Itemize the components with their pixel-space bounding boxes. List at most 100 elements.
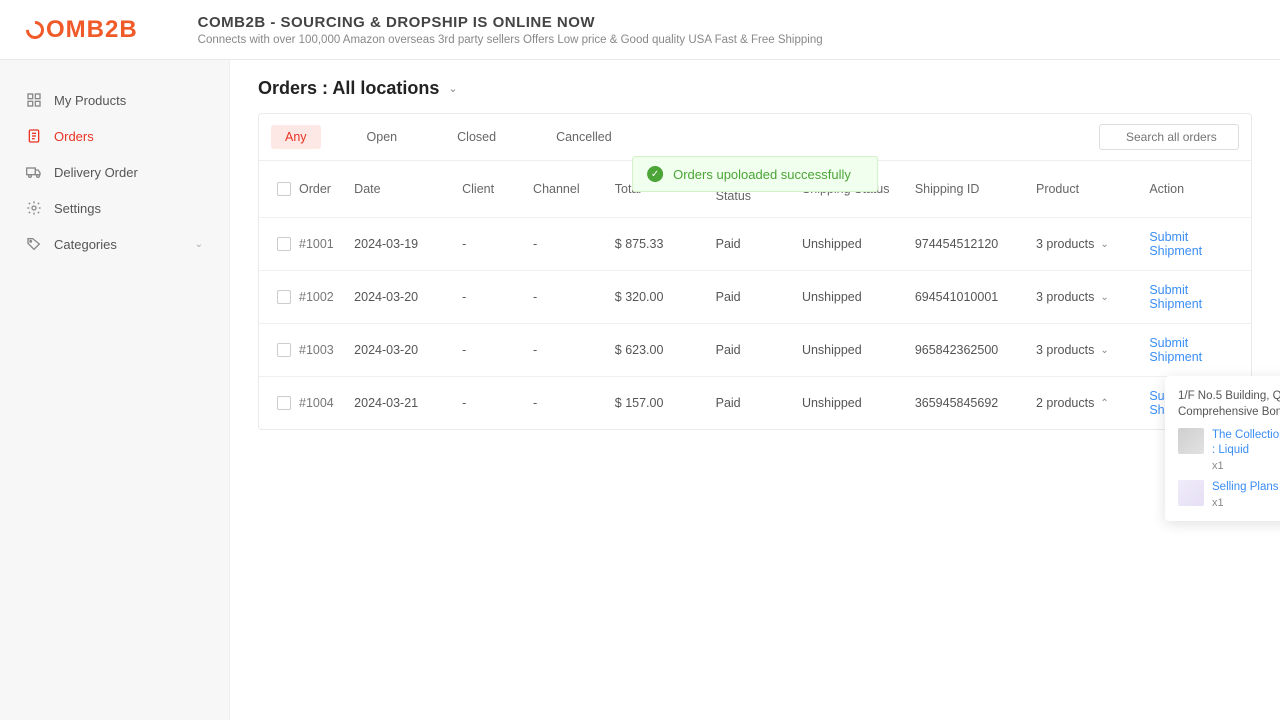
col-shipping-id: Shipping ID [905,161,1026,218]
cell-product: 3 products ⌄ [1026,271,1139,324]
cell-total: $ 623.00 [605,324,706,377]
sidebar-item-label: Categories [54,237,117,252]
toast-text: Orders upoloaded successfully [673,167,851,182]
cell-date: 2024-03-20 [344,271,452,324]
tabs-row: Any Open Closed Cancelled [259,114,1251,161]
table-row: #10042024-03-21--$ 157.00PaidUnshipped36… [259,377,1251,430]
product-link[interactable]: The Collection Snowboard : Liquid [1212,428,1280,458]
search-wrap [1099,124,1239,150]
product-thumbnail [1178,428,1204,454]
tab-any[interactable]: Any [271,125,321,149]
sidebar-item-label: My Products [54,93,126,108]
sidebar-item-label: Delivery Order [54,165,138,180]
cell-shipping: Unshipped [792,324,905,377]
document-icon [26,128,42,144]
col-date: Date [344,161,452,218]
cell-payment: Paid [706,218,792,271]
top-header: OMB2B COMB2B - SOURCING & DROPSHIP IS ON… [0,0,1280,60]
sidebar-item-label: Settings [54,201,101,216]
cell-total: $ 157.00 [605,377,706,430]
col-product: Product [1026,161,1139,218]
product-expand[interactable]: 3 products ⌄ [1036,343,1109,357]
product-qty: x1 [1212,460,1280,472]
truck-icon [26,164,42,180]
product-expand[interactable]: 3 products ⌄ [1036,290,1109,304]
cell-payment: Paid [706,377,792,430]
cell-product: 2 products ⌃ [1026,377,1139,430]
col-action: Action [1139,161,1251,218]
sidebar-item-categories[interactable]: Categories ⌄ [0,226,229,262]
cell-order: #1001 [259,218,344,271]
cell-shipping-id: 974454512120 [905,218,1026,271]
cell-shipping-id: 965842362500 [905,324,1026,377]
tag-icon [26,236,42,252]
cell-order: #1002 [259,271,344,324]
chevron-icon: ⌄ [1100,239,1108,250]
sidebar-item-my-products[interactable]: My Products [0,82,229,118]
product-popover: 1/F No.5 Building, Qianhaiwan Comprehens… [1165,376,1280,521]
table-row: #10022024-03-20--$ 320.00PaidUnshipped69… [259,271,1251,324]
row-checkbox[interactable] [277,290,291,304]
header-subtitle: Connects with over 100,000 Amazon overse… [198,34,823,46]
cell-action: Submit Shipment [1139,218,1251,271]
cell-product: 3 products ⌄ [1026,324,1139,377]
sidebar-item-settings[interactable]: Settings [0,190,229,226]
orders-table: Order Date Client Channel Total Payment … [259,161,1251,429]
submit-shipment-link[interactable]: Submit Shipment [1149,283,1202,311]
cell-date: 2024-03-21 [344,377,452,430]
header-text-group: COMB2B - SOURCING & DROPSHIP IS ONLINE N… [198,14,823,46]
tab-open[interactable]: Open [353,125,412,149]
cell-client: - [452,324,523,377]
chevron-icon: ⌄ [1100,292,1108,303]
submit-shipment-link[interactable]: Submit Shipment [1149,336,1202,364]
chevron-down-icon: ⌄ [448,82,457,95]
col-channel: Channel [523,161,605,218]
cell-client: - [452,218,523,271]
table-row: #10012024-03-19--$ 875.33PaidUnshipped97… [259,218,1251,271]
logo-mark [22,17,47,42]
page-title-row[interactable]: Orders : All locations ⌄ [258,78,1252,99]
cell-channel: - [523,218,605,271]
select-all-checkbox[interactable] [277,182,291,196]
tab-cancelled[interactable]: Cancelled [542,125,626,149]
cell-shipping-id: 365945845692 [905,377,1026,430]
cell-shipping: Unshipped [792,271,905,324]
cell-shipping: Unshipped [792,218,905,271]
cell-total: $ 875.33 [605,218,706,271]
cell-channel: - [523,271,605,324]
popover-item: The Collection Snowboard : Liquid x1 [1178,428,1280,472]
table-row: #10032024-03-20--$ 623.00PaidUnshipped96… [259,324,1251,377]
page-title: Orders : All locations [258,78,439,99]
col-client: Client [452,161,523,218]
cell-order: #1003 [259,324,344,377]
sidebar-item-label: Orders [54,129,94,144]
grid-icon [26,92,42,108]
row-checkbox[interactable] [277,343,291,357]
product-expand[interactable]: 2 products ⌃ [1036,396,1109,410]
cell-payment: Paid [706,271,792,324]
gear-icon [26,200,42,216]
cell-client: - [452,271,523,324]
cell-payment: Paid [706,324,792,377]
cell-client: - [452,377,523,430]
sidebar-item-delivery-order[interactable]: Delivery Order [0,154,229,190]
product-expand[interactable]: 3 products ⌄ [1036,237,1109,251]
product-thumbnail [1178,480,1204,506]
product-link[interactable]: Selling Plans Ski Wax [1212,480,1280,495]
tab-closed[interactable]: Closed [443,125,510,149]
search-input[interactable] [1099,124,1239,150]
row-checkbox[interactable] [277,396,291,410]
cell-product: 3 products ⌄ [1026,218,1139,271]
submit-shipment-link[interactable]: Submit Shipment [1149,230,1202,258]
check-circle-icon: ✓ [647,166,663,182]
success-toast: ✓ Orders upoloaded successfully [632,156,878,192]
cell-total: $ 320.00 [605,271,706,324]
popover-address: 1/F No.5 Building, Qianhaiwan Comprehens… [1178,388,1280,420]
sidebar-item-orders[interactable]: Orders [0,118,229,154]
cell-channel: - [523,377,605,430]
cell-shipping-id: 694541010001 [905,271,1026,324]
cell-channel: - [523,324,605,377]
row-checkbox[interactable] [277,237,291,251]
brand-logo: OMB2B [26,16,138,44]
chevron-icon: ⌄ [1100,345,1108,356]
